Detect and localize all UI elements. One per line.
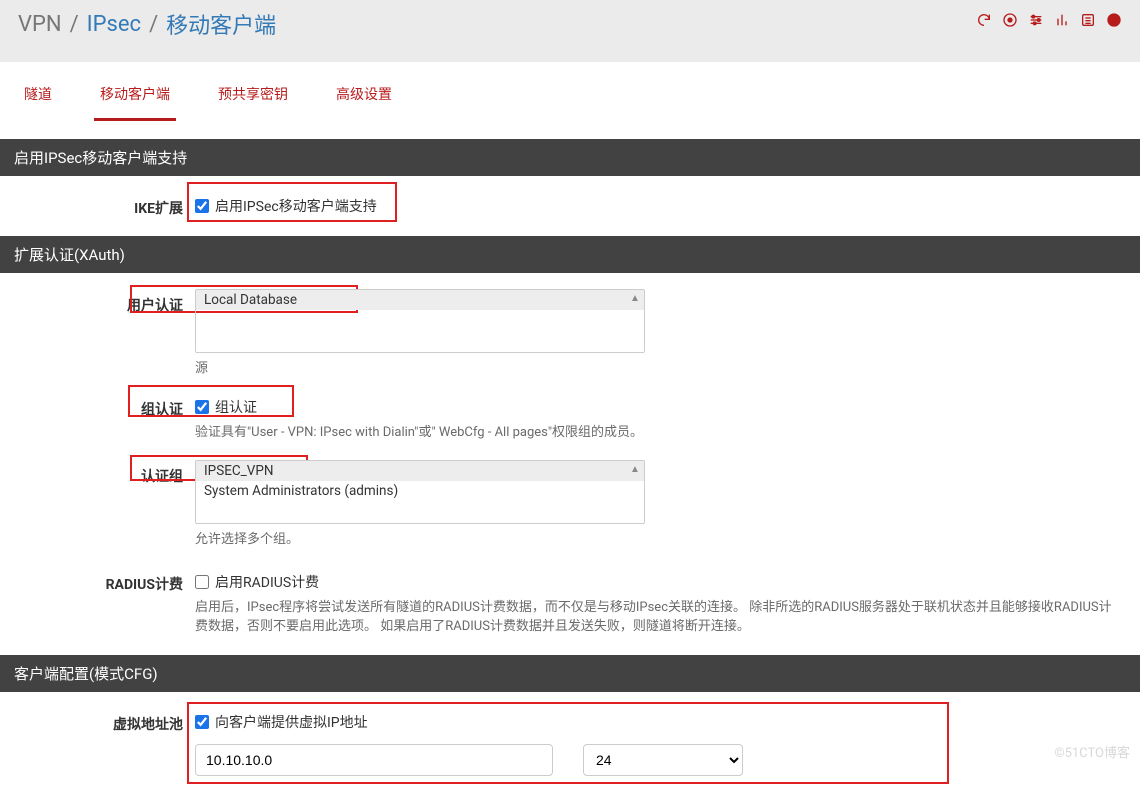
- panel-title-client-cfg: 客户端配置(模式CFG): [0, 655, 1140, 692]
- checkbox-label-radius-accounting: 启用RADIUS计费: [215, 572, 319, 592]
- breadcrumb-sep: /: [149, 12, 158, 37]
- option-local-database[interactable]: Local Database: [196, 290, 644, 310]
- label-virtual-address-pool: 虚拟地址池: [0, 708, 195, 734]
- checkbox-group-auth[interactable]: [195, 400, 209, 414]
- stop-icon[interactable]: [1002, 12, 1018, 28]
- help-group-auth: 验证具有"User - VPN: IPsec with Dialin"或" We…: [195, 423, 1120, 443]
- checkbox-radius-accounting[interactable]: [195, 575, 209, 589]
- label-group-auth: 组认证: [0, 393, 195, 419]
- tab-bar: 隧道 移动客户端 预共享密钥 高级设置: [0, 62, 1140, 121]
- breadcrumb: VPN / IPsec / 移动客户端: [18, 8, 276, 40]
- chart-icon[interactable]: [1054, 12, 1070, 28]
- tab-preshared-keys[interactable]: 预共享密钥: [212, 62, 294, 121]
- page-header: VPN / IPsec / 移动客户端 ?: [0, 0, 1140, 62]
- tab-mobile-clients[interactable]: 移动客户端: [94, 62, 176, 121]
- checkbox-virtual-ip-pool[interactable]: [195, 715, 209, 729]
- help-user-auth: 源: [195, 359, 1120, 379]
- label-user-auth: 用户认证: [0, 289, 195, 315]
- help-auth-group: 允许选择多个组。: [195, 530, 1120, 550]
- breadcrumb-sep: /: [70, 12, 79, 37]
- breadcrumb-ipsec[interactable]: IPsec: [87, 12, 141, 37]
- tab-tunnels[interactable]: 隧道: [18, 62, 58, 121]
- checkbox-label-enable-ipsec-mobile: 启用IPSec移动客户端支持: [215, 196, 377, 216]
- option-system-admins[interactable]: System Administrators (admins): [196, 481, 644, 501]
- checkbox-enable-ipsec-mobile[interactable]: [195, 199, 209, 213]
- svg-text:?: ?: [1111, 15, 1117, 25]
- checkbox-label-group-auth: 组认证: [215, 397, 257, 417]
- select-user-auth-source[interactable]: Local Database ▲: [195, 289, 645, 353]
- help-radius-accounting: 启用后，IPsec程序将尝试发送所有隧道的RADIUS计费数据，而不仅是与移动I…: [195, 598, 1115, 637]
- header-actions: ?: [976, 8, 1122, 28]
- breadcrumb-mobile-client[interactable]: 移动客户端: [166, 8, 276, 40]
- breadcrumb-root: VPN: [18, 12, 62, 37]
- chevron-up-icon: ▲: [628, 463, 642, 477]
- chevron-up-icon: ▲: [628, 292, 642, 306]
- tab-advanced[interactable]: 高级设置: [330, 62, 398, 121]
- option-ipsec-vpn[interactable]: IPSEC_VPN: [196, 461, 644, 481]
- label-radius-accounting: RADIUS计费: [0, 568, 195, 594]
- label-auth-group: 认证组: [0, 460, 195, 486]
- select-virtual-ip-mask[interactable]: 24: [583, 744, 743, 776]
- refresh-icon[interactable]: [976, 12, 992, 28]
- select-auth-group[interactable]: IPSEC_VPN System Administrators (admins)…: [195, 460, 645, 524]
- help-icon[interactable]: ?: [1106, 12, 1122, 28]
- label-ike-extension: IKE扩展: [0, 192, 195, 218]
- panel-title-enable-mobile: 启用IPSec移动客户端支持: [0, 139, 1140, 176]
- checkbox-label-virtual-ip-pool: 向客户端提供虚拟IP地址: [215, 712, 368, 732]
- input-virtual-ip-network[interactable]: [195, 744, 553, 776]
- sliders-icon[interactable]: [1028, 12, 1044, 28]
- list-icon[interactable]: [1080, 12, 1096, 28]
- panel-title-xauth: 扩展认证(XAuth): [0, 236, 1140, 273]
